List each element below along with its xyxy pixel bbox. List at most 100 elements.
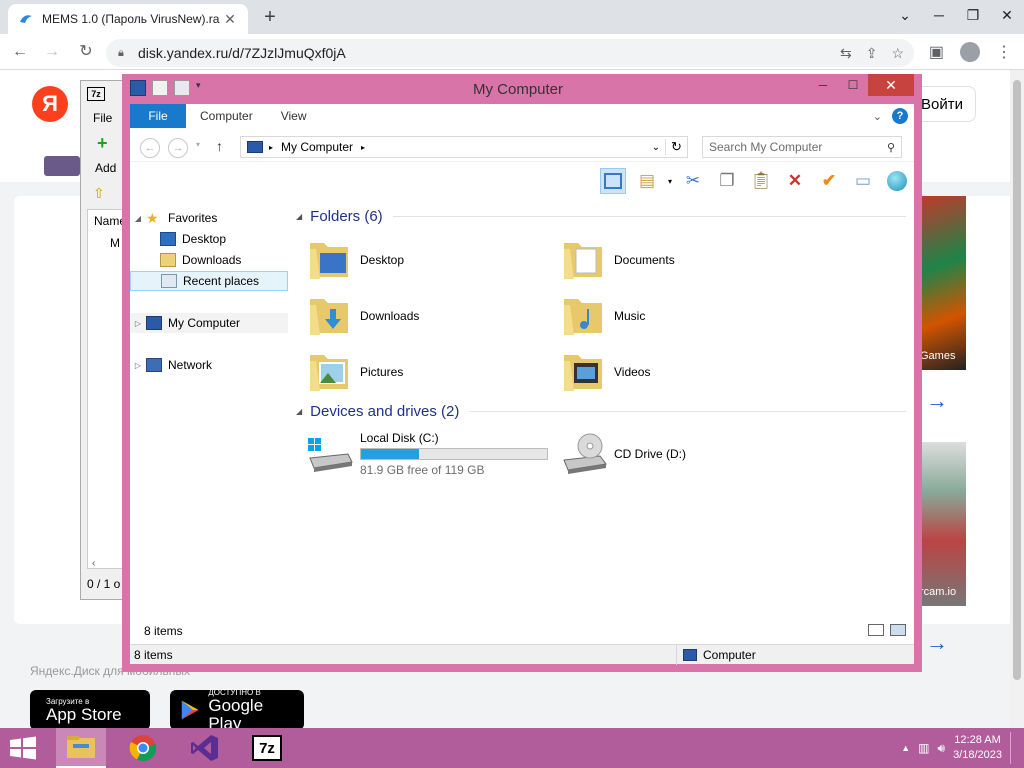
- search-icon[interactable]: ⚲: [887, 141, 895, 154]
- details-view-icon[interactable]: [868, 624, 884, 636]
- folder-downloads[interactable]: Downloads: [306, 290, 556, 342]
- drive-cd-d[interactable]: CD Drive (D:): [560, 428, 810, 480]
- nav-favorites[interactable]: ◢ ★ Favorites: [130, 208, 288, 228]
- yandex-logo[interactable]: Я: [32, 86, 68, 122]
- folder-videos[interactable]: Videos: [560, 346, 810, 398]
- large-icons-view-icon[interactable]: [890, 624, 906, 636]
- folders-group-header[interactable]: ◢ Folders (6): [296, 208, 906, 225]
- nav-my-computer[interactable]: ▷ My Computer: [130, 313, 288, 333]
- back-icon[interactable]: ←: [10, 42, 30, 62]
- breadcrumb-arrow-icon[interactable]: ▸: [269, 143, 273, 152]
- explorer-window[interactable]: ▾ My Computer ─ ☐ ✕ File Computer View ⌄…: [122, 74, 922, 672]
- taskbar-visual-studio[interactable]: [180, 728, 230, 768]
- bookmark-star-icon[interactable]: ☆: [891, 45, 904, 62]
- delete-icon[interactable]: ✕: [782, 168, 808, 194]
- folder-documents[interactable]: Documents: [560, 234, 810, 286]
- taskbar-chrome[interactable]: [118, 728, 168, 768]
- collapse-arrow-icon[interactable]: ◢: [296, 212, 302, 221]
- google-play-button[interactable]: ДОСТУПНО В Google Play: [170, 688, 304, 732]
- drive-local-c[interactable]: Local Disk (C:) 81.9 GB free of 119 GB: [306, 428, 556, 480]
- collapsed-arrow-icon[interactable]: ▷: [130, 361, 146, 370]
- reload-icon[interactable]: ↻: [76, 42, 96, 62]
- folder-up-icon[interactable]: ⇧: [93, 185, 105, 202]
- add-plus-icon[interactable]: +: [97, 133, 108, 154]
- folder-music[interactable]: Music: [560, 290, 810, 342]
- ad-banner-cam[interactable]: [920, 442, 966, 606]
- show-desktop-button[interactable]: [1010, 732, 1016, 764]
- page-scrollbar[interactable]: [1010, 70, 1024, 728]
- collapsed-arrow-icon[interactable]: ▷: [130, 319, 146, 328]
- arrow-right-icon[interactable]: →: [926, 388, 948, 414]
- preview-pane-icon[interactable]: [599, 168, 626, 194]
- close-button[interactable]: ✕: [868, 74, 914, 96]
- address-bar[interactable]: 🔒︎ disk.yandex.ru/d/7ZJzlJmuQxf0jA ⇆ ⇪ ☆: [106, 39, 914, 67]
- up-icon[interactable]: ↑: [216, 138, 223, 154]
- breadcrumb-arrow-icon[interactable]: ▸: [361, 143, 365, 152]
- volume-icon[interactable]: 🔊︎: [938, 741, 946, 756]
- file-row[interactable]: M: [110, 236, 120, 250]
- folder-pictures[interactable]: Pictures: [306, 346, 556, 398]
- nav-my-computer-label: My Computer: [168, 316, 241, 330]
- translate-icon[interactable]: ⇆: [840, 45, 852, 62]
- arrow-right-icon[interactable]: →: [926, 630, 948, 656]
- scrollbar-thumb[interactable]: [1013, 80, 1021, 680]
- maximize-button[interactable]: ❐: [956, 0, 990, 30]
- show-hidden-icons-icon[interactable]: ▲: [901, 743, 910, 753]
- expanded-arrow-icon[interactable]: ◢: [130, 214, 146, 223]
- chevron-down-icon[interactable]: ⌄: [888, 0, 922, 30]
- sevenzip-file-list[interactable]: Name M ‹: [87, 209, 127, 569]
- rename-icon[interactable]: ▭: [850, 168, 876, 194]
- nav-network[interactable]: ▷ Network: [130, 355, 288, 375]
- nav-recent-places[interactable]: Recent places: [130, 271, 288, 291]
- copy-icon[interactable]: ❐: [714, 168, 740, 194]
- collapse-arrow-icon[interactable]: ◢: [296, 407, 302, 416]
- chevron-down-icon[interactable]: ▾: [668, 177, 672, 186]
- checkmark-icon[interactable]: ✔: [816, 168, 842, 194]
- globe-icon[interactable]: [884, 168, 910, 194]
- side-panel-icon[interactable]: ▣: [929, 42, 944, 62]
- tab-view[interactable]: View: [267, 109, 321, 123]
- explorer-address-bar[interactable]: ▸ My Computer ▸ ⌄ ↻: [240, 136, 688, 158]
- chevron-down-icon[interactable]: ⌄: [647, 142, 665, 153]
- app-store-button[interactable]: Загрузите в App Store: [30, 690, 150, 730]
- recent-locations-icon[interactable]: ▾: [196, 140, 200, 149]
- nav-network-label: Network: [168, 358, 213, 372]
- help-icon[interactable]: ?: [892, 108, 908, 124]
- properties-icon[interactable]: ▤: [634, 168, 660, 194]
- minimize-button[interactable]: ─: [922, 0, 956, 30]
- nav-desktop[interactable]: Desktop: [130, 229, 288, 249]
- explorer-titlebar[interactable]: ▾ My Computer ─ ☐ ✕: [122, 74, 922, 104]
- address-path[interactable]: My Computer: [281, 140, 353, 154]
- browser-tab[interactable]: MEMS 1.0 (Пароль VirusNew).ra ✕: [8, 4, 248, 34]
- tab-file[interactable]: File: [130, 104, 186, 128]
- minimize-button[interactable]: ─: [808, 74, 838, 96]
- ad-banner-games[interactable]: [920, 196, 966, 370]
- system-tray: ▲ ▥ 🔊︎ 12:28 AM 3/18/2023: [901, 732, 1016, 764]
- tab-close-icon[interactable]: ✕: [222, 11, 238, 28]
- new-tab-button[interactable]: +: [258, 6, 282, 29]
- forward-icon[interactable]: →: [168, 138, 188, 158]
- taskbar-file-explorer[interactable]: [56, 728, 106, 768]
- share-icon[interactable]: ⇪: [866, 45, 878, 62]
- expand-ribbon-icon[interactable]: ⌄: [873, 110, 882, 123]
- menu-kebab-icon[interactable]: ⋮: [996, 42, 1012, 62]
- folder-desktop[interactable]: Desktop: [306, 234, 556, 286]
- close-button[interactable]: ✕: [990, 0, 1024, 30]
- sevenzip-menu-file[interactable]: File: [93, 111, 112, 125]
- clock[interactable]: 12:28 AM 3/18/2023: [953, 733, 1002, 763]
- refresh-icon[interactable]: ↻: [665, 139, 687, 155]
- maximize-button[interactable]: ☐: [838, 74, 868, 96]
- back-icon[interactable]: ←: [140, 138, 160, 158]
- cut-icon[interactable]: ✂: [680, 168, 706, 194]
- profile-avatar[interactable]: [960, 42, 980, 62]
- taskbar-7zip[interactable]: 7z: [242, 728, 292, 768]
- network-tray-icon[interactable]: ▥: [918, 741, 929, 755]
- tab-computer[interactable]: Computer: [186, 109, 267, 123]
- paste-icon[interactable]: 📋︎: [748, 168, 774, 194]
- explorer-search-input[interactable]: Search My Computer ⚲: [702, 136, 902, 158]
- windows-start-icon[interactable]: [8, 736, 38, 760]
- forward-icon[interactable]: →: [42, 42, 62, 62]
- nav-downloads[interactable]: Downloads: [130, 250, 288, 270]
- drives-group-header[interactable]: ◢ Devices and drives (2): [296, 403, 906, 420]
- scroll-left-icon[interactable]: ‹: [92, 558, 95, 569]
